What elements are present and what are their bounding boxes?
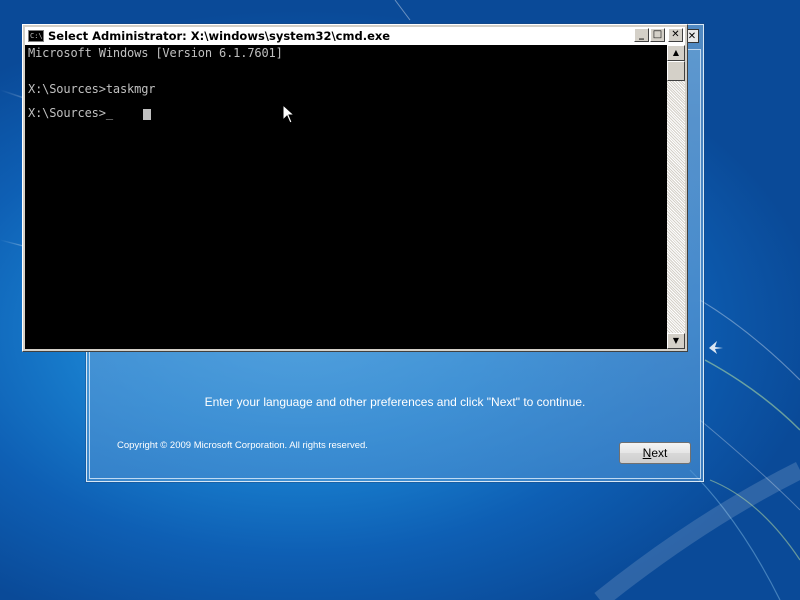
maximize-button[interactable]: □	[650, 28, 665, 42]
scrollbar-thumb[interactable]	[667, 61, 685, 81]
cmd-app-icon[interactable]: C:\	[28, 30, 44, 42]
setup-instruction-text: Enter your language and other preference…	[204, 395, 586, 409]
cmd-window: C:\ Select Administrator: X:\windows\sys…	[22, 24, 688, 352]
close-button[interactable]: ✕	[668, 28, 683, 42]
setup-copyright-text: Copyright © 2009 Microsoft Corporation. …	[117, 440, 368, 451]
cmd-window-title: Select Administrator: X:\windows\system3…	[48, 29, 391, 43]
cmd-window-controls: _ □ ✕	[634, 28, 683, 42]
minimize-button[interactable]: _	[634, 28, 649, 42]
console-line: Microsoft Windows [Version 6.1.7601]	[28, 46, 283, 60]
wallpaper-sparkle-icon	[709, 341, 723, 354]
next-button-label: ext	[651, 446, 668, 460]
cmd-titlebar[interactable]: C:\ Select Administrator: X:\windows\sys…	[25, 27, 685, 45]
console-line: X:\Sources>taskmgr	[28, 82, 156, 96]
mouse-pointer-icon	[282, 104, 296, 124]
console-output[interactable]: Microsoft Windows [Version 6.1.7601] X:\…	[25, 45, 667, 349]
scroll-down-button[interactable]: ▼	[667, 333, 685, 349]
text-cursor	[143, 109, 151, 120]
next-button[interactable]: Next	[619, 442, 691, 464]
next-button-mnemonic: N	[642, 446, 652, 460]
scroll-up-button[interactable]: ▲	[667, 45, 685, 61]
console-prompt-line: X:\Sources>_	[28, 106, 113, 120]
vertical-scrollbar[interactable]: ▲ ▼	[667, 45, 685, 349]
